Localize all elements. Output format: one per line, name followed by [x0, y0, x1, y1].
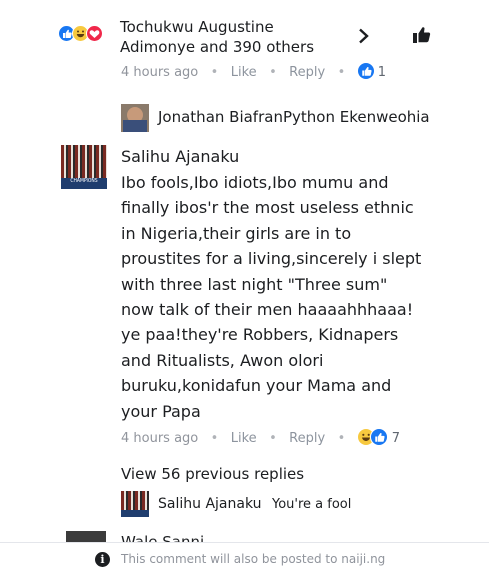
reply-text: You're a fool [272, 497, 352, 512]
comment-line: proustites for a living,sincerely i slep… [121, 249, 422, 269]
comment-line: ye paa!they're Robbers, Kidnapers [121, 325, 399, 345]
comment-line: in Nigeria,their girls are in to [121, 223, 352, 243]
meta-separator: • [260, 431, 286, 446]
reply-row[interactable]: Salihu Ajanaku You're a fool [121, 491, 441, 519]
comment-author[interactable]: Wale Sanni [121, 533, 204, 542]
comment-time: 4 hours ago [121, 65, 199, 80]
reactors-line-2: Adimonye and 390 others [120, 38, 315, 56]
comment-time: 4 hours ago [121, 431, 199, 446]
view-previous-replies-link[interactable]: View 56 previous replies [121, 465, 304, 483]
reactions-header[interactable]: Tochukwu Augustine Adimonye and 390 othe… [0, 8, 489, 62]
reply-author-name[interactable]: Salihu Ajanaku [158, 496, 262, 512]
comment-body: Ibo fools,Ibo idiots,Ibo mumu and finall… [121, 170, 421, 424]
comment-meta-row: 4 hours ago • Like • Reply • 1 [121, 63, 386, 83]
reaction-count[interactable]: 1 [378, 65, 386, 80]
info-icon: i [95, 552, 110, 567]
avatar[interactable]: CHAMPIONS [61, 145, 107, 189]
comment-author[interactable]: Salihu Ajanaku [121, 147, 239, 166]
comment-line: now talk of their men haaaahhhaaa! [121, 300, 414, 320]
reply-author-name[interactable]: Jonathan BiafranPython Ekenweohia [158, 108, 430, 126]
meta-separator: • [260, 65, 286, 80]
comment-line: your Papa [121, 401, 201, 421]
avatar[interactable] [66, 531, 106, 542]
footer-notice-text: This comment will also be posted to naij… [121, 552, 386, 566]
like-reaction-icon [369, 428, 388, 446]
thumbs-up-icon[interactable] [412, 25, 432, 49]
partial-comment: Wale Sanni [0, 528, 489, 542]
reaction-count[interactable]: 7 [392, 431, 400, 446]
meta-separator: • [202, 431, 227, 446]
reactors-names[interactable]: Tochukwu Augustine Adimonye and 390 othe… [120, 17, 314, 57]
comment-line: and Ritualists, Awon olori [121, 350, 324, 370]
reply-link[interactable]: Reply [289, 65, 325, 80]
comment-line: finally ibos'r the most useless ethnic [121, 198, 414, 218]
comment-line: with three last night "Three sum" [121, 274, 388, 294]
meta-separator: • [329, 65, 354, 80]
meta-separator: • [202, 65, 227, 80]
reactors-line-1: Tochukwu Augustine [120, 18, 274, 36]
avatar[interactable] [121, 491, 149, 517]
meta-separator: • [329, 431, 354, 446]
like-link[interactable]: Like [231, 431, 257, 446]
comment-line: buruku,konidafun your Mama and [121, 376, 392, 396]
avatar[interactable] [121, 104, 149, 132]
reaction-icons [58, 25, 118, 45]
comment-line: Ibo fools,Ibo idiots,Ibo mumu and [121, 173, 389, 192]
like-reaction-icon [357, 63, 374, 79]
avatar-caption: CHAMPIONS [61, 177, 107, 189]
reply-row[interactable]: Jonathan BiafranPython Ekenweohia [121, 104, 461, 132]
comment-meta-row: 4 hours ago • Like • Reply • 7 [121, 428, 400, 448]
love-reaction-icon [86, 25, 103, 42]
like-link[interactable]: Like [231, 65, 257, 80]
footer-notice-bar: i This comment will also be posted to na… [0, 542, 489, 576]
reply-link[interactable]: Reply [289, 431, 325, 446]
chevron-right-icon[interactable] [358, 28, 370, 48]
